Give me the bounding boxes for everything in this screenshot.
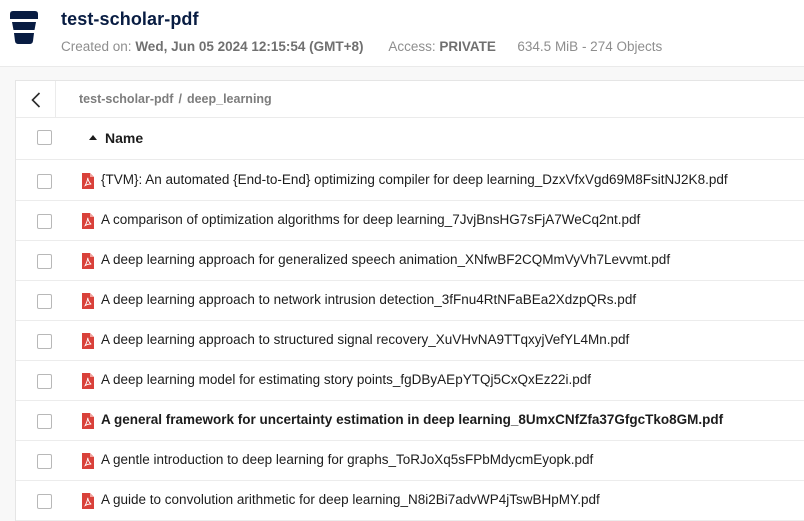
file-name[interactable]: A guide to convolution arithmetic for de… xyxy=(101,492,600,507)
created-value: Wed, Jun 05 2024 12:15:54 (GMT+8) xyxy=(135,39,364,54)
file-name[interactable]: {TVM}: An automated {End-to-End} optimiz… xyxy=(101,172,728,187)
file-name[interactable]: A general framework for uncertainty esti… xyxy=(101,412,723,427)
bucket-title: test-scholar-pdf xyxy=(61,9,199,29)
pdf-file-icon xyxy=(82,333,94,349)
access-value: PRIVATE xyxy=(439,39,496,54)
row-checkbox[interactable] xyxy=(37,494,52,509)
row-checkbox[interactable] xyxy=(37,414,52,429)
pdf-file-icon xyxy=(82,493,94,509)
pdf-file-icon xyxy=(82,173,94,189)
pdf-file-icon xyxy=(82,413,94,429)
file-row[interactable]: A comparison of optimization algorithms … xyxy=(16,201,804,241)
breadcrumb-root[interactable]: test-scholar-pdf xyxy=(79,92,173,106)
file-row[interactable]: A gentle introduction to deep learning f… xyxy=(16,441,804,481)
usage-info: 634.5 MiB - 274 Objects xyxy=(517,39,663,54)
file-row[interactable]: A deep learning model for estimating sto… xyxy=(16,361,804,401)
pdf-file-icon xyxy=(82,213,94,229)
file-row[interactable]: A general framework for uncertainty esti… xyxy=(16,401,804,441)
breadcrumb-bar: test-scholar-pdf / deep_learning xyxy=(16,81,804,118)
row-checkbox[interactable] xyxy=(37,334,52,349)
file-name[interactable]: A deep learning approach to network intr… xyxy=(101,292,636,307)
row-checkbox[interactable] xyxy=(37,294,52,309)
pdf-file-icon xyxy=(82,453,94,469)
file-name[interactable]: A deep learning model for estimating sto… xyxy=(101,372,591,387)
bucket-icon xyxy=(10,11,38,44)
access-label: Access: xyxy=(388,39,436,54)
file-row[interactable]: A deep learning approach to network intr… xyxy=(16,281,804,321)
pdf-file-icon xyxy=(82,253,94,269)
name-column-header[interactable]: Name xyxy=(105,130,143,146)
file-row[interactable]: A deep learning approach for generalized… xyxy=(16,241,804,281)
file-row[interactable]: {TVM}: An automated {End-to-End} optimiz… xyxy=(16,161,804,201)
pdf-file-icon xyxy=(82,293,94,309)
pdf-file-icon xyxy=(82,373,94,389)
sort-ascending-icon[interactable] xyxy=(89,135,97,140)
file-name[interactable]: A deep learning approach to structured s… xyxy=(101,332,629,347)
chevron-left-icon xyxy=(30,91,40,108)
table-header: Name xyxy=(16,118,804,160)
breadcrumb-current[interactable]: deep_learning xyxy=(187,92,272,106)
created-label: Created on: xyxy=(61,39,132,54)
object-browser: test-scholar-pdf / deep_learning Name {TVM… xyxy=(0,66,804,521)
file-name[interactable]: A gentle introduction to deep learning f… xyxy=(101,452,593,467)
back-button[interactable] xyxy=(16,81,56,118)
file-name[interactable]: A deep learning approach for generalized… xyxy=(101,252,670,267)
row-checkbox[interactable] xyxy=(37,214,52,229)
row-checkbox[interactable] xyxy=(37,254,52,269)
object-list: test-scholar-pdf / deep_learning Name {TVM… xyxy=(15,80,804,521)
file-row[interactable]: A deep learning approach to structured s… xyxy=(16,321,804,361)
row-checkbox[interactable] xyxy=(37,174,52,189)
breadcrumb: test-scholar-pdf / deep_learning xyxy=(79,92,272,106)
bucket-meta: Created on: Wed, Jun 05 2024 12:15:54 (G… xyxy=(61,39,662,54)
file-row[interactable]: A guide to convolution arithmetic for de… xyxy=(16,481,804,521)
bucket-header: test-scholar-pdf Created on: Wed, Jun 05… xyxy=(0,0,804,66)
row-checkbox[interactable] xyxy=(37,454,52,469)
select-all-checkbox[interactable] xyxy=(37,130,52,145)
breadcrumb-separator: / xyxy=(178,92,182,106)
row-checkbox[interactable] xyxy=(37,374,52,389)
file-name[interactable]: A comparison of optimization algorithms … xyxy=(101,212,640,227)
